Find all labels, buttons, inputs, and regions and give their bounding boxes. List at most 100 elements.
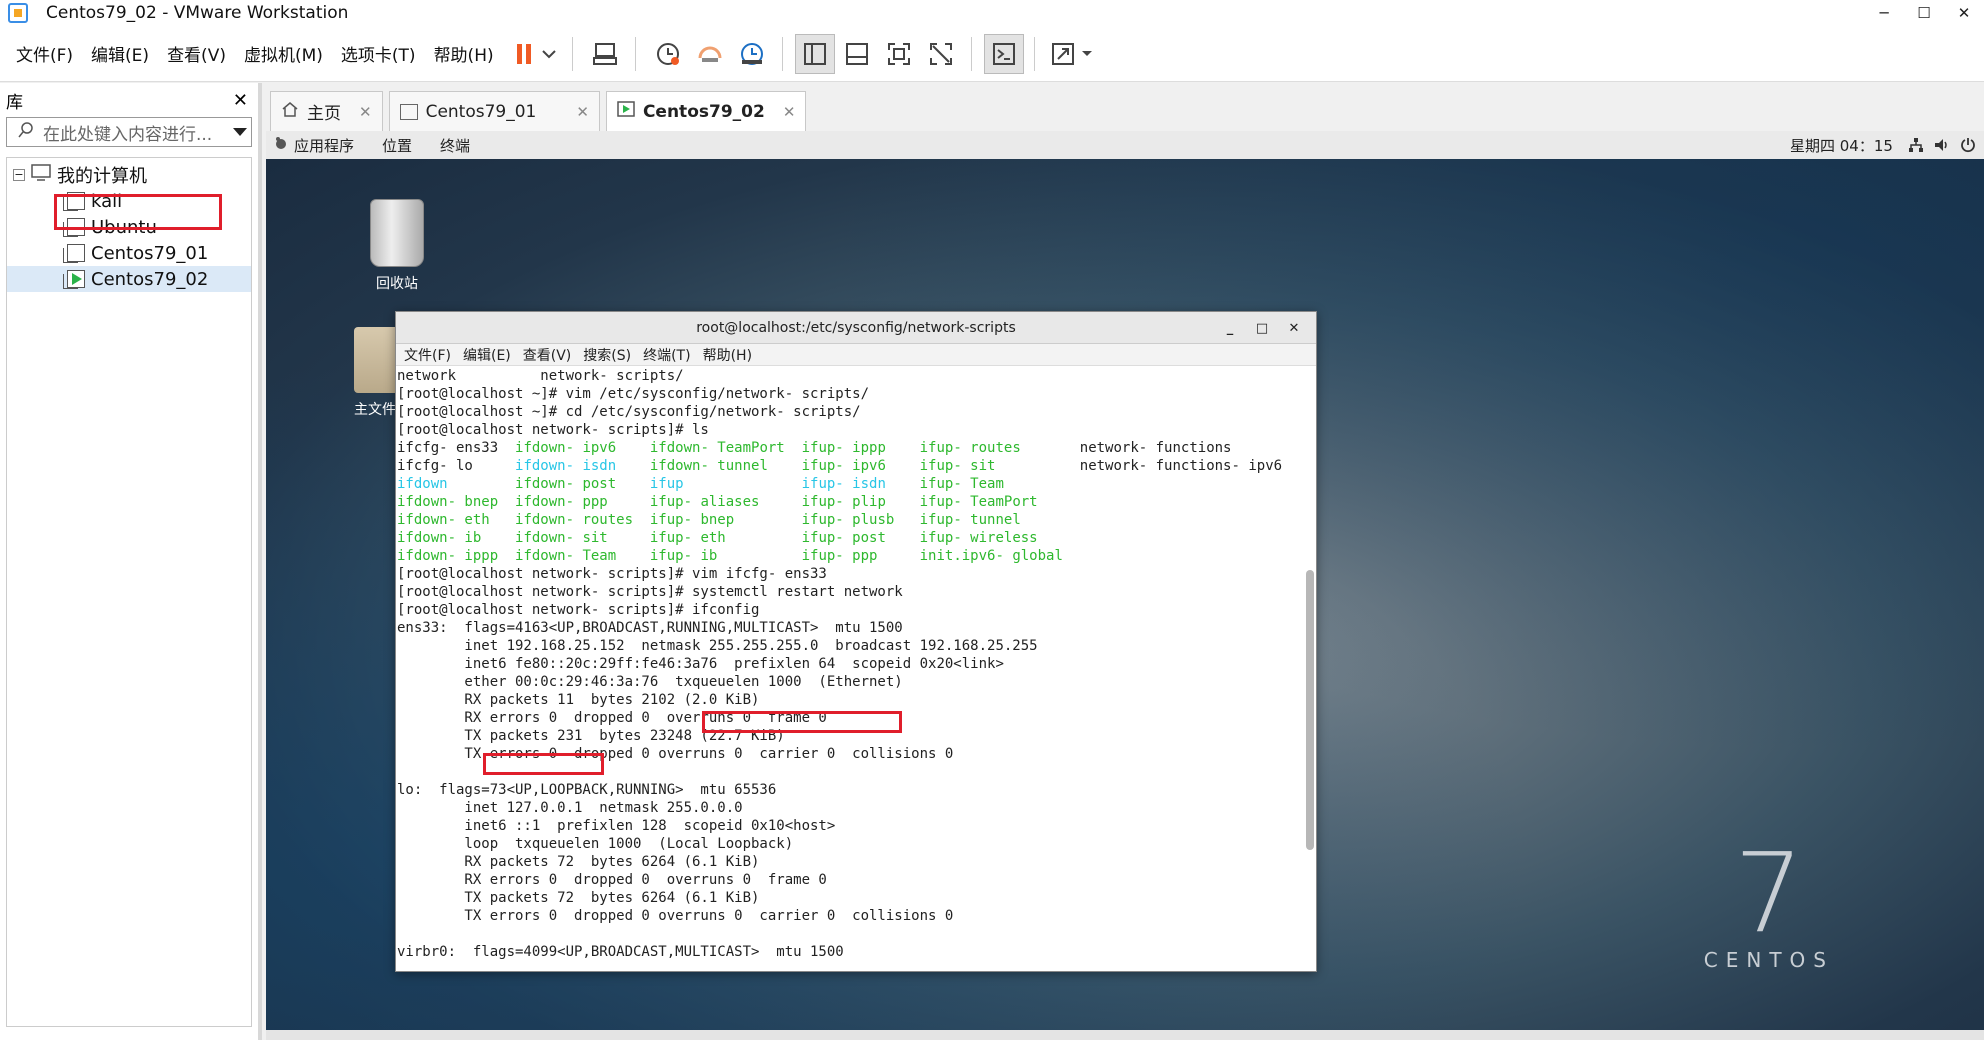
snapshot-manager-icon[interactable]	[732, 34, 772, 74]
tab-home[interactable]: 主页 ✕	[270, 91, 383, 131]
terminal-output[interactable]: network network- scripts/ [root@localhost…	[396, 367, 1304, 971]
terminal-menu-edit[interactable]: 编辑(E)	[463, 345, 511, 365]
menu-file[interactable]: 文件(F)	[16, 41, 73, 66]
desktop-trash[interactable]: 回收站	[364, 199, 430, 293]
menu-help[interactable]: 帮助(H)	[434, 41, 494, 66]
terminal-line: ifdown- bnep ifdown- ppp ifup- aliases i…	[397, 493, 1304, 511]
full-screen-icon[interactable]	[879, 34, 919, 74]
terminal-text: ifdown	[397, 476, 516, 492]
terminal-line: ens33: flags=4163<UP,BROADCAST,RUNNING,M…	[397, 619, 1304, 637]
terminal-text: ifup- isdn	[801, 476, 920, 492]
unity-mode-icon[interactable]	[921, 34, 961, 74]
stretch-guest-icon[interactable]	[1047, 34, 1101, 74]
tab-close-icon[interactable]: ✕	[359, 103, 372, 121]
search-icon	[17, 121, 35, 144]
tab-label: Centos79_02	[642, 101, 765, 122]
terminal-text: ifup- plip	[801, 494, 920, 510]
power-icon[interactable]	[1960, 137, 1976, 157]
terminal-text: ifup- ipv6	[801, 458, 920, 474]
terminal-menu-terminal[interactable]: 终端(T)	[643, 345, 690, 365]
terminal-scrollbar[interactable]	[1306, 370, 1314, 970]
terminal-text: loop txqueuelen 1000 (Local Loopback)	[397, 836, 794, 852]
centos-wordmark: CENTOS	[1703, 948, 1834, 972]
terminal-menubar: 文件(F) 编辑(E) 查看(V) 搜索(S) 终端(T) 帮助(H)	[396, 344, 1316, 366]
close-library-icon[interactable]: ✕	[233, 90, 248, 111]
terminal-menu-help[interactable]: 帮助(H)	[703, 345, 752, 365]
terminal-line: ifdown- ippp ifdown- Team ifup- ib ifup-…	[397, 547, 1304, 565]
terminal-text: inet6 ::1 prefixlen 128 scopeid 0x10<hos…	[397, 818, 836, 834]
terminal-titlebar[interactable]: root@localhost:/etc/sysconfig/network-sc…	[396, 312, 1316, 344]
tree-root-my-computer[interactable]: − 我的计算机	[7, 162, 251, 188]
terminal-maximize-button[interactable]: □	[1246, 321, 1278, 336]
tab-close-icon[interactable]: ✕	[783, 103, 796, 121]
tab-centos79-01[interactable]: Centos79_01 ✕	[388, 91, 600, 131]
gnome-desktop[interactable]: 回收站 主文件夹 7 CENTOS root@localhost:/etc/sy…	[266, 159, 1984, 1040]
send-ctrl-alt-del-icon[interactable]	[585, 34, 625, 74]
show-library-icon[interactable]	[794, 33, 835, 74]
terminal-menu-search[interactable]: 搜索(S)	[583, 345, 631, 365]
terminal-line: inet 192.168.25.152 netmask 255.255.255.…	[397, 637, 1304, 655]
terminal-text: [root@localhost ~]# cd /etc/sysconfig/ne…	[397, 404, 861, 420]
vm-icon	[63, 244, 85, 263]
tree-root-label: 我的计算机	[57, 166, 147, 187]
terminal-line: ifdown- ib ifdown- sit ifup- eth ifup- p…	[397, 529, 1304, 547]
guest-display[interactable]: 应用程序 位置 终端 星期四 04：15 回收站 主文件夹 7 CENTOS r	[266, 131, 1984, 1040]
snapshot-icon[interactable]	[648, 34, 688, 74]
tab-centos79-02[interactable]: Centos79_02 ✕	[605, 91, 807, 131]
menu-edit[interactable]: 编辑(E)	[91, 41, 149, 66]
network-icon[interactable]	[1908, 137, 1924, 157]
show-thumbnail-bar-icon[interactable]	[837, 34, 877, 74]
gnome-places-menu[interactable]: 位置	[382, 135, 412, 156]
terminal-title: root@localhost:/etc/sysconfig/network-sc…	[696, 319, 1016, 336]
close-button[interactable]: ✕	[1944, 0, 1984, 26]
terminal-line: inet6 fe80::20c:29ff:fe46:3a76 prefixlen…	[397, 655, 1304, 673]
console-view-icon[interactable]	[983, 33, 1024, 74]
terminal-line: network network- scripts/	[397, 367, 1304, 385]
tree-item-centos79-02[interactable]: Centos79_02	[7, 266, 251, 292]
terminal-close-button[interactable]: ✕	[1278, 321, 1310, 336]
terminal-text: RX packets 72 bytes 6264 (6.1 KiB)	[397, 854, 760, 870]
terminal-text: ifup- bnep	[649, 512, 802, 528]
tab-strip: 主页 ✕ Centos79_01 ✕ Centos79_02 ✕	[266, 89, 1984, 131]
gnome-applications-menu[interactable]: 应用程序	[294, 135, 354, 156]
highlight-box-selected-vm	[54, 194, 222, 230]
tab-close-icon[interactable]: ✕	[576, 103, 589, 121]
gnome-clock[interactable]: 星期四 04：15	[1790, 135, 1893, 156]
gnome-terminal-menu[interactable]: 终端	[440, 135, 470, 156]
terminal-text: TX packets 72 bytes 6264 (6.1 KiB)	[397, 890, 760, 906]
terminal-line: [root@localhost network- scripts]# ifcon…	[397, 601, 1304, 619]
terminal-text: ifup- plusb	[801, 512, 920, 528]
terminal-menu-view[interactable]: 查看(V)	[523, 345, 572, 365]
search-placeholder: 在此处键入内容进行...	[43, 124, 213, 145]
minimize-button[interactable]: ─	[1864, 0, 1904, 26]
volume-icon[interactable]	[1934, 137, 1950, 157]
tree-item-centos79-01[interactable]: Centos79_01	[7, 240, 251, 266]
terminal-line: ether 00:0c:29:46:3a:76 txqueuelen 1000 …	[397, 673, 1304, 691]
terminal-text: ifdown- post	[515, 476, 650, 492]
menu-view[interactable]: 查看(V)	[167, 41, 226, 66]
tab-label: 主页	[307, 104, 341, 124]
library-title: 库	[6, 92, 23, 113]
terminal-line: ifdown- eth ifdown- routes ifup- bnep if…	[397, 511, 1304, 529]
terminal-menu-file[interactable]: 文件(F)	[404, 345, 451, 365]
vm-tab-icon	[399, 103, 418, 120]
menu-vm[interactable]: 虚拟机(M)	[244, 41, 323, 66]
terminal-text: ifup- wireless	[919, 530, 1038, 546]
menu-tabs[interactable]: 选项卡(T)	[341, 41, 416, 66]
terminal-text: ifup- eth	[649, 530, 802, 546]
terminal-text: network- functions	[1079, 440, 1232, 456]
terminal-minimize-button[interactable]: _	[1214, 321, 1246, 336]
terminal-text: RX packets 11 bytes 2102 (2.0 KiB)	[397, 692, 760, 708]
library-search-input[interactable]: 在此处键入内容进行...	[6, 117, 252, 147]
scrollbar-thumb[interactable]	[1306, 570, 1314, 850]
terminal-window[interactable]: root@localhost:/etc/sysconfig/network-sc…	[395, 311, 1317, 972]
search-dropdown-icon[interactable]	[233, 122, 247, 142]
terminal-text: init.ipv6- global	[919, 548, 1063, 564]
terminal-text: ifdown- isdn	[515, 458, 650, 474]
revert-snapshot-icon[interactable]	[690, 34, 730, 74]
gnome-logo-icon	[274, 136, 288, 154]
suspend-pause-icon[interactable]	[510, 34, 562, 74]
maximize-button[interactable]: ☐	[1904, 0, 1944, 26]
terminal-line: RX packets 72 bytes 6264 (6.1 KiB)	[397, 853, 1304, 871]
collapse-icon[interactable]: −	[13, 169, 25, 181]
